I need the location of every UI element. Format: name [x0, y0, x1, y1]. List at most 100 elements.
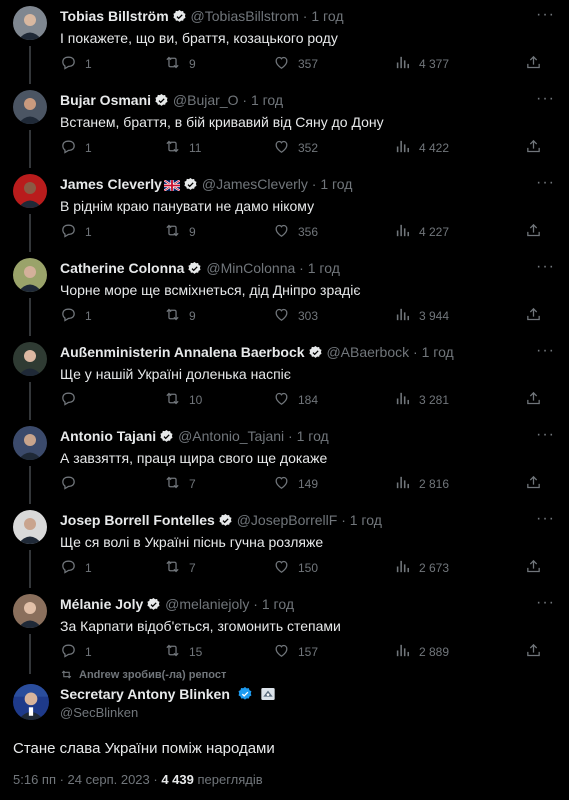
author-handle[interactable]: @JamesCleverly: [202, 176, 308, 192]
reply-button[interactable]: 1: [60, 222, 92, 242]
timestamp[interactable]: 1 год: [422, 344, 454, 360]
views-button[interactable]: 3 944: [394, 306, 449, 326]
thread-tweet[interactable]: Josep Borrell Fontelles @JosepBorrellF ·…: [0, 504, 569, 588]
thread-tweet[interactable]: James Cleverly @JamesCleverly · 1 год ··…: [0, 168, 569, 252]
like-button[interactable]: 356: [273, 222, 318, 242]
more-icon[interactable]: ···: [536, 342, 555, 360]
like-button[interactable]: 184: [273, 390, 318, 410]
tweet-actions: 1 9 303 3 944: [60, 306, 545, 324]
author-name[interactable]: Mélanie Joly: [60, 596, 143, 612]
thread-tweet[interactable]: Tobias Billström @TobiasBillstrom · 1 го…: [0, 0, 569, 84]
like-button[interactable]: 157: [273, 642, 318, 662]
avatar[interactable]: [13, 342, 47, 376]
share-button[interactable]: [525, 642, 542, 662]
timestamp[interactable]: 1 год: [251, 92, 283, 108]
retweet-icon: [164, 138, 181, 158]
thread-tweet[interactable]: Mélanie Joly @melaniejoly · 1 год ··· За…: [0, 588, 569, 674]
thread-tweet[interactable]: Bujar Osmani @Bujar_O · 1 год ··· Встане…: [0, 84, 569, 168]
avatar[interactable]: [13, 258, 47, 292]
reply-button[interactable]: 1: [60, 642, 92, 662]
author-handle[interactable]: @melaniejoly: [165, 596, 249, 612]
share-button[interactable]: [525, 390, 542, 410]
reply-button[interactable]: 1: [60, 138, 92, 158]
more-icon[interactable]: ···: [536, 426, 555, 444]
author-handle[interactable]: @MinColonna: [206, 260, 295, 276]
views-chart-icon: [394, 642, 411, 662]
retweet-button[interactable]: 9: [164, 306, 196, 326]
avatar[interactable]: [13, 90, 47, 124]
views-button[interactable]: 3 281: [394, 390, 449, 410]
like-button[interactable]: 303: [273, 306, 318, 326]
author-name[interactable]: Tobias Billström: [60, 8, 169, 24]
reply-button[interactable]: [60, 390, 85, 410]
share-button[interactable]: [525, 558, 542, 578]
more-icon[interactable]: ···: [536, 594, 555, 612]
avatar[interactable]: [13, 174, 47, 208]
like-button[interactable]: 352: [273, 138, 318, 158]
author-handle[interactable]: @Bujar_O: [173, 92, 239, 108]
avatar[interactable]: [13, 510, 47, 544]
reply-button[interactable]: 1: [60, 306, 92, 326]
share-button[interactable]: [525, 474, 542, 494]
timestamp[interactable]: 1 год: [311, 8, 343, 24]
more-icon[interactable]: ···: [536, 510, 555, 528]
author-name[interactable]: Außenministerin Annalena Baerbock: [60, 344, 305, 360]
views-button[interactable]: 4 377: [394, 54, 449, 74]
author-name[interactable]: Josep Borrell Fontelles: [60, 512, 215, 528]
retweet-button[interactable]: 9: [164, 54, 196, 74]
author-handle[interactable]: @SecBlinken: [60, 705, 138, 720]
like-button[interactable]: 149: [273, 474, 318, 494]
more-icon[interactable]: ···: [536, 258, 555, 276]
author-name[interactable]: Secretary Antony Blinken: [60, 686, 276, 702]
timestamp[interactable]: 1 год: [297, 428, 329, 444]
share-button[interactable]: [525, 54, 542, 74]
author-handle[interactable]: @ABaerbock: [326, 344, 409, 360]
views-button[interactable]: 4 227: [394, 222, 449, 242]
thread-tweet[interactable]: Catherine Colonna @MinColonna · 1 год ··…: [0, 252, 569, 336]
author-name[interactable]: Bujar Osmani: [60, 92, 151, 108]
more-icon[interactable]: ···: [536, 90, 555, 108]
author-name[interactable]: Antonio Tajani: [60, 428, 156, 444]
share-button[interactable]: [525, 222, 542, 242]
retweet-button[interactable]: 7: [164, 558, 196, 578]
views-button[interactable]: 2 673: [394, 558, 449, 578]
author-name[interactable]: Catherine Colonna: [60, 260, 184, 276]
timestamp[interactable]: 5:16 пп · 24 серп. 2023 ·: [13, 772, 158, 787]
share-button[interactable]: [525, 306, 542, 326]
like-button[interactable]: 150: [273, 558, 318, 578]
avatar[interactable]: [13, 426, 47, 460]
thread-tweet[interactable]: Außenministerin Annalena Baerbock @ABaer…: [0, 336, 569, 420]
timestamp[interactable]: 1 год: [320, 176, 352, 192]
thread-tweet[interactable]: Antonio Tajani @Antonio_Tajani · 1 год ·…: [0, 420, 569, 504]
tweet-header: Außenministerin Annalena Baerbock @ABaer…: [60, 344, 529, 361]
tweet-text: Чорне море ще всміхнеться, дід Дніпро зр…: [60, 282, 361, 298]
timestamp[interactable]: 1 год: [308, 260, 340, 276]
more-icon[interactable]: ···: [536, 6, 555, 24]
share-button[interactable]: [525, 138, 542, 158]
views-chart-icon: [394, 558, 411, 578]
retweet-button[interactable]: 11: [164, 138, 201, 158]
more-icon[interactable]: ···: [536, 174, 555, 192]
reply-button[interactable]: [60, 474, 85, 494]
avatar[interactable]: [13, 6, 47, 40]
timestamp[interactable]: 1 год: [350, 512, 382, 528]
timestamp[interactable]: 1 год: [262, 596, 294, 612]
retweet-button[interactable]: 9: [164, 222, 196, 242]
author-name[interactable]: James Cleverly: [60, 176, 162, 192]
avatar[interactable]: [13, 684, 49, 720]
like-button[interactable]: 357: [273, 54, 318, 74]
tweet-text: В ріднім краю панувати не дамо нікому: [60, 198, 315, 214]
avatar[interactable]: [13, 594, 47, 628]
verified-badge-icon: [173, 9, 186, 22]
reply-button[interactable]: 1: [60, 558, 92, 578]
views-button[interactable]: 2 889: [394, 642, 449, 662]
author-handle[interactable]: @TobiasBillstrom: [191, 8, 299, 24]
reply-button[interactable]: 1: [60, 54, 92, 74]
retweet-button[interactable]: 7: [164, 474, 196, 494]
views-button[interactable]: 4 422: [394, 138, 449, 158]
retweet-button[interactable]: 10: [164, 390, 202, 410]
author-handle[interactable]: @JosepBorrellF: [237, 512, 338, 528]
retweet-button[interactable]: 15: [164, 642, 202, 662]
views-button[interactable]: 2 816: [394, 474, 449, 494]
author-handle[interactable]: @Antonio_Tajani: [178, 428, 284, 444]
